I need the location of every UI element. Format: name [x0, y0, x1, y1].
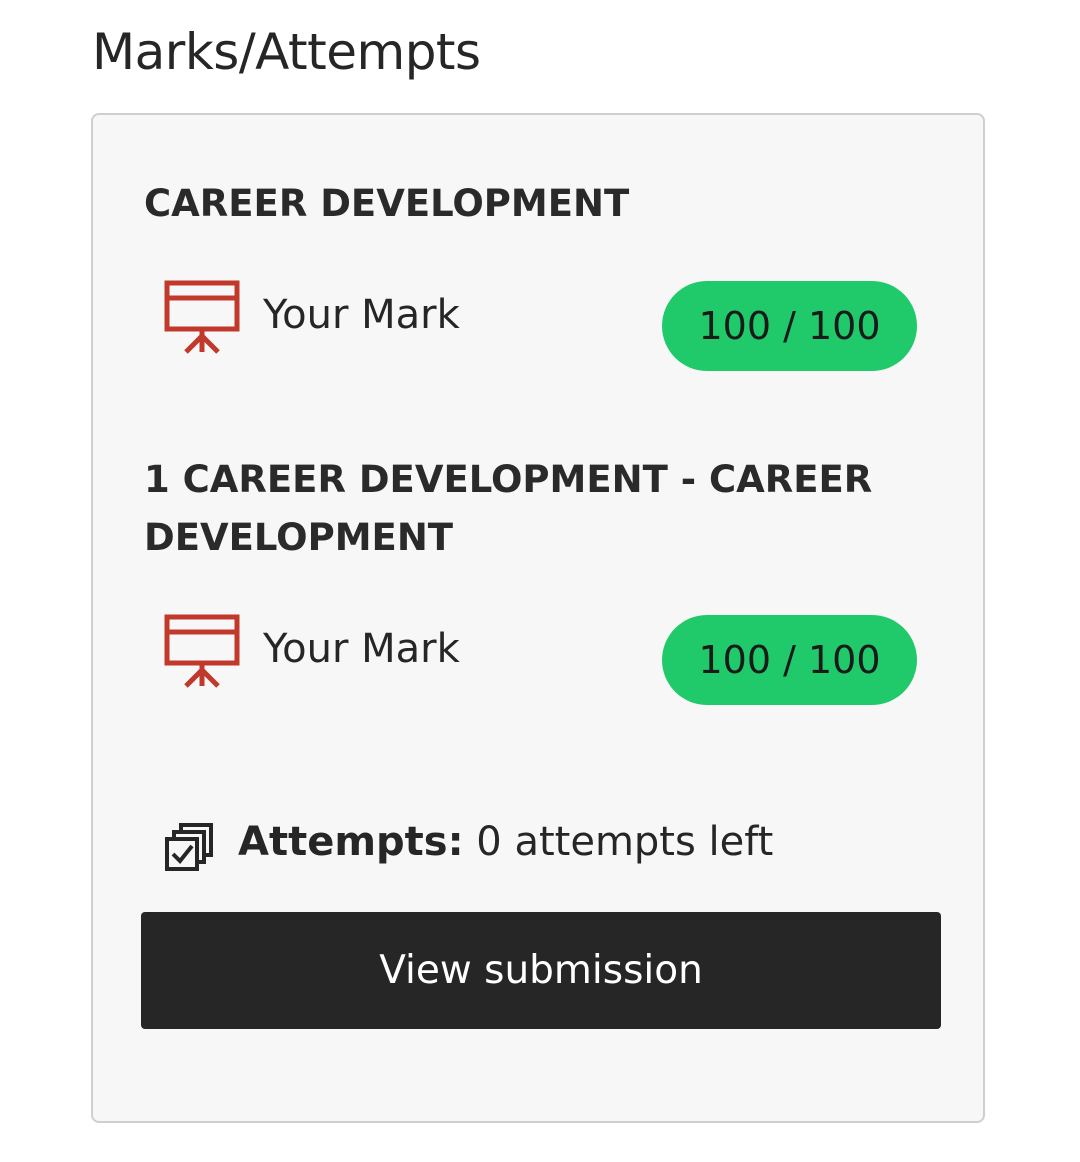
- attempts-value: 0 attempts left: [476, 819, 774, 865]
- presentation-board-icon: [164, 280, 240, 354]
- copy-checkbox-icon: [165, 823, 213, 871]
- section-title-line: DEVELOPMENT: [144, 516, 454, 559]
- page-title: Marks/Attempts: [92, 23, 481, 81]
- grade-badge: 100 / 100: [662, 615, 917, 705]
- presentation-board-icon: [164, 614, 240, 688]
- section-title: CAREER DEVELOPMENT: [144, 182, 630, 225]
- view-submission-button[interactable]: View submission: [141, 912, 941, 1029]
- grade-badge: 100 / 100: [662, 281, 917, 371]
- your-mark-label: Your Mark: [263, 292, 460, 338]
- section-title-line: 1 CAREER DEVELOPMENT - CAREER: [144, 458, 873, 501]
- marks-card: CAREER DEVELOPMENT Your Mark 100 / 100 1…: [91, 113, 985, 1123]
- attempts-label: Attempts:: [238, 819, 464, 865]
- your-mark-label: Your Mark: [263, 626, 460, 672]
- attempts-info: Attempts: 0 attempts left: [238, 815, 773, 869]
- section-title: 1 CAREER DEVELOPMENT - CAREER DEVELOPMEN…: [144, 451, 872, 567]
